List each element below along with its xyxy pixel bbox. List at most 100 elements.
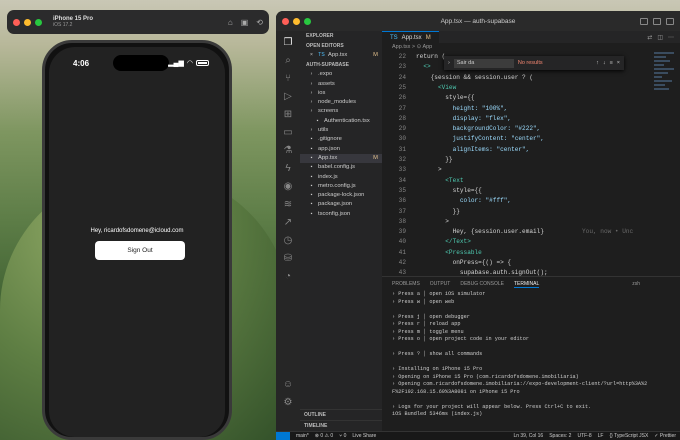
file-tree-item[interactable]: › .expo	[300, 70, 382, 79]
file-tree-item[interactable]: ▪ package-lock.json	[300, 191, 382, 200]
open-editors-section[interactable]: OPEN EDITORS	[300, 41, 382, 51]
prettier-status[interactable]: ✓ Prettier	[654, 433, 676, 439]
timeline-section[interactable]: TIMELINE	[300, 420, 382, 430]
code-line[interactable]: alignItems: "center",	[416, 146, 530, 153]
find-input[interactable]: Sair da	[453, 58, 514, 68]
sign-out-button[interactable]: Sign Out	[95, 241, 185, 260]
breadcrumb[interactable]: App.tsx > ⊙ App	[382, 43, 680, 52]
close-button[interactable]	[13, 18, 20, 26]
branch-indicator[interactable]: main*	[296, 433, 309, 439]
line-number: 28	[398, 114, 406, 122]
compare-icon[interactable]: ⇄	[647, 34, 652, 41]
file-tree-item[interactable]: ▪ package.json	[300, 200, 382, 209]
panel-tab[interactable]: TERMINAL	[513, 281, 540, 288]
code-line[interactable]: backgroundColor: "#222",	[416, 125, 541, 132]
file-tree-item[interactable]: ▪ app.json	[300, 145, 382, 154]
cursor-position[interactable]: Ln 39, Col 16	[513, 433, 543, 439]
more-icon[interactable]: ⋯	[668, 34, 674, 41]
file-tree-item[interactable]: › assets	[300, 80, 382, 89]
code-line[interactable]: <Pressable	[416, 249, 482, 256]
file-tree-item[interactable]: › ios	[300, 89, 382, 98]
zoom-button[interactable]	[35, 18, 42, 26]
testing-icon[interactable]: ⚗	[282, 145, 294, 157]
outline-section[interactable]: OUTLINE	[300, 409, 382, 419]
indentation[interactable]: Spaces: 2	[549, 433, 571, 439]
panel-tab[interactable]: OUTPUT	[430, 281, 451, 287]
ports-indicator[interactable]: ⑂ 0	[339, 433, 346, 439]
language-mode[interactable]: {} TypeScript JSX	[609, 433, 648, 439]
live-share-status[interactable]: Live Share	[352, 433, 376, 439]
code-line[interactable]: <View	[416, 84, 456, 91]
file-tree-item[interactable]: ▪ .gitignore	[300, 135, 382, 144]
code-line[interactable]: >	[416, 166, 442, 173]
code-line[interactable]: {session && session.user ? (	[416, 74, 533, 81]
file-tree-item[interactable]: › node_modules	[300, 98, 382, 107]
run-debug-icon[interactable]: ▷	[282, 91, 294, 103]
extensions-icon[interactable]: ⊞	[282, 109, 294, 121]
code-line[interactable]: <>	[416, 63, 430, 70]
code-line[interactable]: justifyContent: "center",	[416, 135, 544, 142]
editor-tab[interactable]: TS App.tsx M	[382, 31, 439, 43]
code-line[interactable]: }}	[416, 208, 460, 215]
vscode-close-button[interactable]	[282, 17, 289, 25]
rotate-icon[interactable]: ⟲	[256, 18, 263, 27]
file-tree-item[interactable]: ▪ App.tsx M	[300, 153, 382, 164]
code-line[interactable]: </Text>	[416, 238, 471, 245]
close-icon[interactable]: ×	[308, 51, 315, 60]
code-line[interactable]: <Text	[416, 177, 463, 184]
terminal-shell[interactable]: zsh	[632, 281, 680, 287]
docker-icon[interactable]: ≋	[282, 199, 294, 211]
code-line[interactable]: >	[416, 218, 449, 225]
file-tree-item[interactable]: ▪ tsconfig.json	[300, 210, 382, 219]
explorer-icon[interactable]: ❐	[282, 37, 294, 49]
code-line[interactable]: Hey, {session.user.email}	[416, 228, 544, 235]
encoding[interactable]: UTF-8	[577, 433, 591, 439]
file-tree-item[interactable]: ▪ Authentication.tsx	[300, 117, 382, 126]
split-editor-icon[interactable]: ◫	[657, 34, 663, 41]
code-line[interactable]: style={{	[416, 187, 482, 194]
clock-icon[interactable]: ◔	[282, 271, 294, 283]
timeline-icon[interactable]: ◷	[282, 235, 294, 247]
code-line[interactable]: }}	[416, 156, 452, 163]
remote-explorer-icon[interactable]: ▭	[282, 127, 294, 139]
code-line[interactable]: style={{	[416, 94, 474, 101]
file-tree-item[interactable]: ▪ babel.config.js	[300, 163, 382, 172]
project-section[interactable]: AUTH-SUPABASE	[300, 60, 382, 70]
panel-tab[interactable]: DEBUG CONSOLE	[460, 281, 504, 287]
supabase-icon[interactable]: ϟ	[282, 163, 294, 175]
search-icon[interactable]: ⌕	[282, 55, 294, 67]
open-editor-item[interactable]: × TS App.tsx M	[300, 51, 382, 60]
file-tree-item[interactable]: › utils	[300, 126, 382, 135]
live-share-icon[interactable]: ↗	[282, 217, 294, 229]
remote-indicator-icon[interactable]	[276, 431, 290, 440]
code-line[interactable]: display: "flex",	[416, 115, 512, 122]
database-icon[interactable]: ⛁	[282, 253, 294, 265]
code-line[interactable]: color: "#fff",	[416, 197, 511, 204]
source-control-icon[interactable]: ⑂	[282, 73, 294, 85]
selection-icon[interactable]: ≡	[610, 60, 613, 66]
chevron-right-icon[interactable]: ›	[448, 60, 450, 66]
code-editor[interactable]: TS App.tsx M ⇄ ◫ ⋯ App.tsx > ⊙ App 22 return …	[382, 31, 680, 276]
vscode-minimize-button[interactable]	[293, 17, 300, 25]
arrow-down-icon[interactable]: ↓	[603, 60, 606, 66]
code-line[interactable]: return (	[416, 53, 445, 60]
file-tree-item[interactable]: ▪ index.js	[300, 173, 382, 182]
home-icon[interactable]: ⌂	[228, 18, 233, 27]
file-tree-item[interactable]: ▪ metro.config.js	[300, 182, 382, 191]
file-tree-item[interactable]: › screens	[300, 107, 382, 116]
screenshot-icon[interactable]: ▣	[241, 18, 249, 27]
github-icon[interactable]: ◉	[282, 181, 294, 193]
panel-tab[interactable]: PROBLEMS	[392, 281, 420, 287]
code-line[interactable]: onPress={() => {	[416, 259, 512, 266]
minimize-button[interactable]	[24, 18, 31, 26]
settings-gear-icon[interactable]: ⚙	[282, 397, 294, 409]
problems-indicator[interactable]: ⊗ 0 ⚠ 0	[315, 433, 333, 439]
code-line[interactable]: height: "100%",	[416, 105, 508, 112]
account-icon[interactable]: ☺	[282, 379, 294, 391]
minimap[interactable]	[654, 52, 674, 112]
vscode-zoom-button[interactable]	[304, 17, 311, 25]
arrow-up-icon[interactable]: ↑	[596, 60, 599, 66]
terminal-output[interactable]: › Press a │ open iOS simulator › Press w …	[382, 291, 680, 419]
close-icon[interactable]: ×	[617, 60, 620, 66]
line-ending[interactable]: LF	[598, 433, 604, 439]
